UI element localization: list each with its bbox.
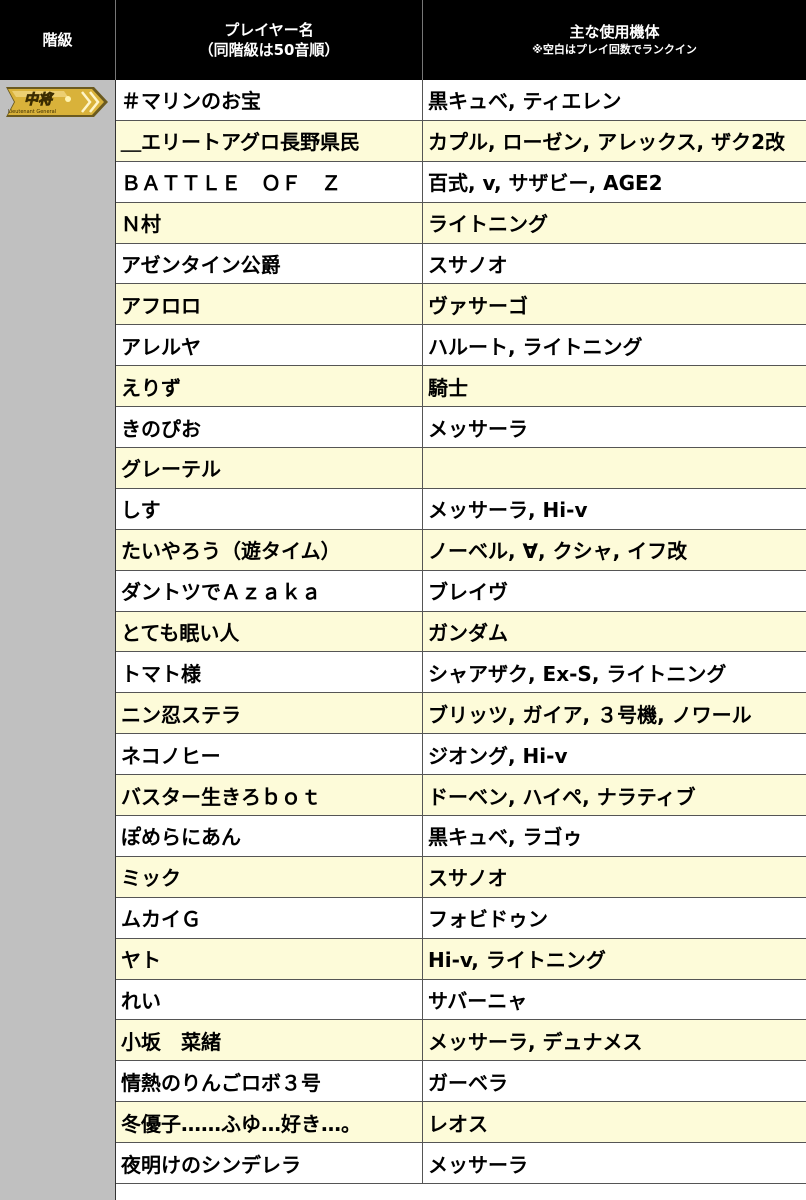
player-name-cell: 小坂 菜緒	[116, 1020, 423, 1061]
player-name-cell: アフロロ	[116, 284, 423, 325]
header-player: プレイヤー名 （同階級は50音順）	[116, 0, 423, 80]
table-row: ＿エリートアグロ長野県民 カプル, ローゼン, アレックス, ザク2改	[116, 120, 806, 162]
units-cell: 騎士	[423, 366, 806, 407]
player-name-cell: きのぴお	[116, 407, 423, 448]
player-name-cell: 情熱のりんごロボ３号	[116, 1061, 423, 1102]
units-cell: ライトニング	[423, 202, 806, 243]
ranking-table: 階級 プレイヤー名 （同階級は50音順） 主な使用機体 ※空白はプレイ回数でラン…	[0, 0, 806, 1200]
table-header: 階級 プレイヤー名 （同階級は50音順） 主な使用機体 ※空白はプレイ回数でラン…	[0, 0, 806, 80]
table-row: 情熱のりんごロボ３号 ガーベラ	[116, 1061, 806, 1103]
table-row: えりず 騎士	[116, 366, 806, 408]
rank-badge-sub: Lieutenant General	[8, 109, 56, 115]
units-cell: スサノオ	[423, 856, 806, 897]
table-row: ぽめらにあん 黒キュベ, ラゴゥ	[116, 816, 806, 857]
table-row: たいやろう（遊タイム） ノーベル, ∀, クシャ, イフ改	[116, 529, 806, 571]
table-row: トマト様 シャアザク, Ex-S, ライトニング	[116, 652, 806, 694]
header-player-sub: （同階級は50音順）	[198, 41, 340, 59]
units-cell: 黒キュベ, ティエレン	[428, 89, 622, 114]
table-row: ヤト Hi-v, ライトニング	[116, 938, 806, 980]
table-row: ＢＡＴＴＬＥ ＯＦ Ｚ 百式, v, サザビー, AGE2	[116, 161, 806, 203]
rank-badge-label: 中将	[24, 91, 55, 108]
units-cell: ジオング, Hi-v	[428, 743, 568, 768]
player-name-cell: ダントツでＡｚａｋａ	[116, 570, 423, 611]
player-name-cell: しす	[116, 488, 423, 529]
units-cell: カプル, ローゼン, アレックス, ザク2改	[423, 120, 806, 161]
units-cell: メッサーラ, デュナメス	[423, 1020, 806, 1061]
units-cell: スサノオ	[428, 253, 508, 277]
player-name-cell: アレルヤ	[116, 325, 423, 366]
header-units-note: ※空白はプレイ回数でランクイン	[532, 43, 697, 56]
player-name-cell: グレーテル	[116, 448, 423, 488]
table-row: アゼンタイン公爵 スサノオ	[116, 243, 806, 285]
player-name-cell: ＿エリートアグロ長野県民	[116, 120, 423, 161]
units-cell: ブレイヴ	[428, 580, 508, 605]
table-row: れい サバーニャ	[116, 979, 806, 1021]
table-row: バスター生きろｂｏｔ ドーベン, ハイペ, ナラティブ	[116, 775, 806, 817]
player-name-cell: えりず	[116, 366, 423, 407]
player-name-cell: バスター生きろｂｏｔ	[116, 775, 423, 816]
player-name-cell: ぽめらにあん	[116, 816, 423, 856]
units-cell: メッサーラ, Hi-v	[428, 498, 588, 523]
table-row: ムカイＧ フォビドゥン	[116, 897, 806, 939]
rank-badge-icon: 中将 Lieutenant General	[6, 87, 108, 117]
player-name-cell: ＃マリンのお宝	[116, 80, 423, 120]
player-name-cell: ネコノヒー	[116, 734, 423, 775]
rank-column: 中将 Lieutenant General	[0, 80, 116, 1200]
table-row: アレルヤ ハルート, ライトニング	[116, 325, 806, 367]
table-row: Ｎ村 ライトニング	[116, 202, 806, 244]
player-name-cell: ニン忍ステラ	[116, 693, 423, 734]
player-name-cell: とても眠い人	[116, 611, 423, 652]
player-name-cell: ＢＡＴＴＬＥ ＯＦ Ｚ	[116, 161, 423, 202]
header-rank-label: 階級	[42, 31, 73, 49]
table-row: ダントツでＡｚａｋａ ブレイヴ	[116, 570, 806, 612]
table-row: きのぴお メッサーラ	[116, 407, 806, 449]
units-cell: フォビドゥン	[428, 907, 548, 932]
player-name-cell: れい	[116, 979, 423, 1020]
player-name-cell: ムカイＧ	[116, 897, 423, 938]
table-row: ネコノヒー ジオング, Hi-v	[116, 734, 806, 776]
header-player-label: プレイヤー名	[224, 21, 314, 39]
units-cell: シャアザク, Ex-S, ライトニング	[428, 661, 727, 686]
units-cell: 黒キュベ, ラゴゥ	[428, 825, 583, 850]
player-name-cell: Ｎ村	[116, 202, 423, 243]
table-row: 夜明けのシンデレラ メッサーラ	[116, 1143, 806, 1185]
table-body: ＃マリンのお宝 黒キュベ, ティエレン ＿エリートアグロ長野県民 カプル, ローゼン,…	[116, 80, 806, 1185]
player-name-cell: 冬優子……ふゆ…好き…。	[116, 1102, 423, 1143]
table-row: ミック スサノオ	[116, 856, 806, 898]
player-name-cell: ヤト	[116, 938, 423, 979]
units-cell: ヴァサーゴ	[423, 284, 806, 325]
table-row: アフロロ ヴァサーゴ	[116, 284, 806, 326]
units-cell: サバーニャ	[428, 989, 528, 1014]
table-row: 小坂 菜緒 メッサーラ, デュナメス	[116, 1020, 806, 1062]
table-row: グレーテル	[116, 448, 806, 489]
table-row: ＃マリンのお宝 黒キュベ, ティエレン	[116, 80, 806, 121]
units-cell: メッサーラ	[428, 1152, 528, 1177]
units-cell: 百式, v, サザビー, AGE2	[428, 171, 663, 196]
player-name-cell: 夜明けのシンデレラ	[116, 1143, 423, 1184]
units-cell	[423, 448, 806, 488]
units-cell: ノーベル, ∀, クシャ, イフ改	[423, 529, 806, 570]
units-cell: レオス	[423, 1102, 806, 1143]
header-rank: 階級	[0, 0, 116, 80]
table-row: ニン忍ステラ ブリッツ, ガイア, ３号機, ノワール	[116, 693, 806, 735]
units-cell: Hi-v, ライトニング	[423, 938, 806, 979]
units-cell: ドーベン, ハイペ, ナラティブ	[423, 775, 806, 816]
table-row: 冬優子……ふゆ…好き…。 レオス	[116, 1102, 806, 1144]
units-cell: メッサーラ	[428, 416, 528, 441]
table-row: しす メッサーラ, Hi-v	[116, 488, 806, 530]
player-name-cell: ミック	[116, 856, 423, 897]
header-units: 主な使用機体 ※空白はプレイ回数でランクイン	[423, 0, 806, 80]
player-name-cell: アゼンタイン公爵	[116, 243, 423, 284]
units-cell: ガーベラ	[428, 1070, 508, 1095]
player-name-cell: たいやろう（遊タイム）	[116, 529, 423, 570]
player-name-cell: トマト様	[116, 652, 423, 693]
units-cell: ハルート, ライトニング	[428, 334, 643, 359]
units-cell: ガンダム	[423, 611, 806, 652]
header-units-label: 主な使用機体	[569, 23, 660, 41]
units-cell: ブリッツ, ガイア, ３号機, ノワール	[423, 693, 806, 734]
table-row: とても眠い人 ガンダム	[116, 611, 806, 653]
